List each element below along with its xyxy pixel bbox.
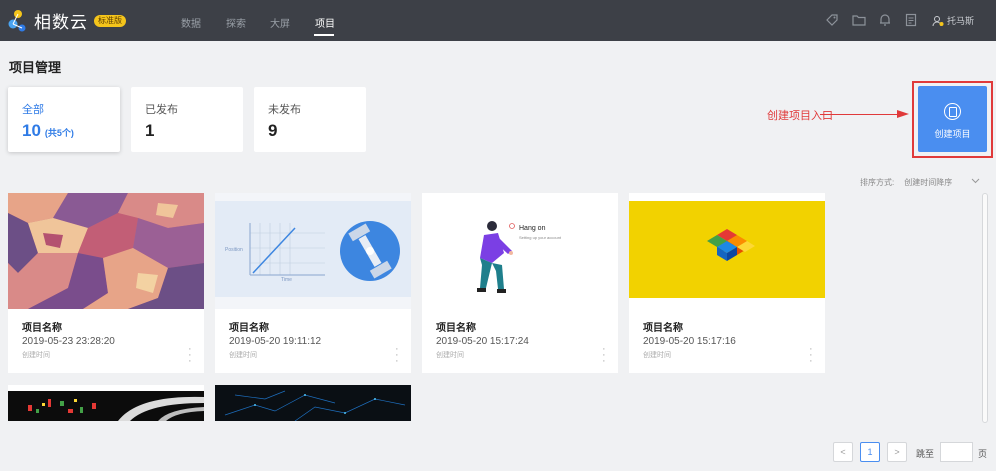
stat-value: 10 (共5个) bbox=[22, 121, 74, 141]
jump-page-input[interactable] bbox=[940, 442, 973, 462]
project-thumbnail-partial[interactable] bbox=[8, 385, 204, 421]
project-card[interactable]: 项目名称 2019-05-20 15:17:16 创建时间 · · · bbox=[629, 193, 825, 373]
user-menu[interactable]: 托马斯 bbox=[932, 14, 974, 27]
project-date: 2019-05-20 19:11:12 bbox=[229, 336, 322, 347]
stat-label: 全部 bbox=[22, 104, 44, 116]
stat-card-all[interactable]: 全部 10 (共5个) bbox=[8, 87, 120, 152]
more-options-icon[interactable]: · · · bbox=[188, 344, 192, 367]
page-button-current[interactable]: 1 bbox=[860, 442, 880, 462]
nav-data[interactable]: 数据 bbox=[181, 15, 201, 30]
prev-page-button[interactable]: < bbox=[833, 442, 853, 462]
project-date-caption: 创建时间 bbox=[22, 352, 50, 359]
app-name: 相数云 bbox=[34, 13, 88, 32]
create-project-label: 创建项目 bbox=[934, 129, 971, 139]
nav-active-indicator bbox=[314, 34, 334, 36]
scrollbar[interactable] bbox=[982, 193, 988, 423]
more-options-icon[interactable]: · · · bbox=[602, 344, 606, 367]
chevron-down-icon[interactable] bbox=[971, 177, 980, 186]
stat-label: 已发布 bbox=[145, 104, 178, 116]
next-page-button[interactable]: > bbox=[887, 442, 907, 462]
project-card[interactable]: Position Time 项目名称 2019-05-20 19:11:12 创… bbox=[215, 193, 411, 373]
top-navbar: 相数云 标准版 数据 探索 大屏 项目 托马斯 bbox=[0, 0, 996, 41]
document-icon[interactable] bbox=[904, 13, 918, 27]
jump-to-label: 跳至 bbox=[916, 449, 935, 459]
sort-value: 创建时间降序 bbox=[904, 178, 953, 187]
sort-label: 排序方式: bbox=[860, 178, 895, 187]
folder-icon[interactable] bbox=[852, 13, 866, 27]
bell-icon[interactable] bbox=[878, 13, 892, 27]
project-card[interactable]: Hang on Setting up your account 项目名称 201… bbox=[422, 193, 618, 373]
create-project-button[interactable]: 创建项目 bbox=[918, 86, 987, 152]
project-thumbnail-partial[interactable] bbox=[215, 385, 411, 421]
create-project-icon bbox=[944, 103, 961, 120]
stat-card-unpublished[interactable]: 未发布 9 bbox=[254, 87, 366, 152]
more-options-icon[interactable]: · · · bbox=[395, 344, 399, 367]
project-title: 项目名称 bbox=[436, 323, 476, 334]
create-annotation-text: 创建项目入口 bbox=[767, 110, 833, 122]
edition-badge: 标准版 bbox=[94, 14, 126, 27]
user-name: 托马斯 bbox=[947, 16, 975, 26]
project-thumbnail-chart: Position Time bbox=[215, 193, 411, 309]
stat-card-published[interactable]: 已发布 1 bbox=[131, 87, 243, 152]
logo-icon bbox=[8, 9, 28, 33]
more-options-icon[interactable]: · · · bbox=[809, 344, 813, 367]
illustration-subtitle: Setting up your account bbox=[519, 235, 562, 240]
stat-number: 1 bbox=[145, 121, 155, 140]
project-date: 2019-05-23 23:28:20 bbox=[22, 336, 115, 347]
project-title: 项目名称 bbox=[643, 323, 683, 334]
stat-number: 10 bbox=[22, 121, 41, 140]
project-thumbnail-map bbox=[8, 193, 204, 309]
annotation-arrow-head bbox=[897, 110, 909, 118]
project-thumbnail-illustration: Hang on Setting up your account bbox=[422, 193, 618, 309]
sort-control[interactable]: 排序方式: 创建时间降序 bbox=[860, 177, 952, 188]
project-date-caption: 创建时间 bbox=[229, 352, 257, 359]
nav-explore[interactable]: 探索 bbox=[226, 15, 246, 30]
project-title: 项目名称 bbox=[22, 323, 62, 334]
nav-projects[interactable]: 项目 bbox=[315, 15, 335, 30]
illustration-title: Hang on bbox=[519, 225, 546, 232]
annotation-arrow-line bbox=[820, 114, 900, 115]
project-date-caption: 创建时间 bbox=[436, 352, 464, 359]
page-title: 项目管理 bbox=[9, 60, 62, 75]
chart-axis-y: Position bbox=[225, 247, 243, 253]
stat-sub: (共5个) bbox=[44, 128, 74, 138]
stat-label: 未发布 bbox=[268, 104, 301, 116]
project-date: 2019-05-20 15:17:24 bbox=[436, 336, 529, 347]
brand[interactable]: 相数云 标准版 bbox=[8, 8, 126, 33]
tag-icon[interactable] bbox=[825, 13, 839, 27]
project-date-caption: 创建时间 bbox=[643, 352, 671, 359]
page-unit-label: 页 bbox=[978, 449, 988, 459]
project-card[interactable]: 项目名称 2019-05-23 23:28:20 创建时间 · · · bbox=[8, 193, 204, 373]
project-date: 2019-05-20 15:17:16 bbox=[643, 336, 736, 347]
project-title: 项目名称 bbox=[229, 323, 269, 334]
project-thumbnail-blocks bbox=[629, 193, 825, 309]
user-icon bbox=[932, 15, 944, 26]
stat-number: 9 bbox=[268, 121, 278, 140]
nav-bigscreen[interactable]: 大屏 bbox=[270, 15, 290, 30]
chart-axis-x: Time bbox=[281, 277, 292, 283]
